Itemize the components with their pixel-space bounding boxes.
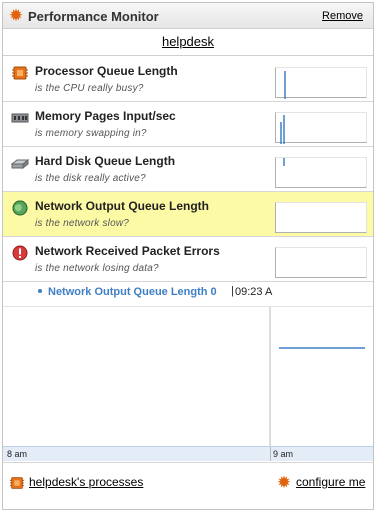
- legend-separator: |: [231, 285, 234, 297]
- gear-icon[interactable]: ✹: [8, 7, 24, 24]
- time-label-end: 9 am: [273, 449, 294, 459]
- metric-sparkline: [275, 157, 367, 188]
- series-label: Network Output Queue Length 0: [48, 286, 217, 298]
- metric-name: Memory Pages Input/sec: [35, 109, 176, 123]
- gear-icon[interactable]: ✹: [276, 474, 292, 491]
- memory-module-icon: [11, 113, 29, 123]
- host-link[interactable]: helpdesk: [162, 34, 214, 49]
- metric-name: Network Received Packet Errors: [35, 244, 220, 258]
- graph-legend: Network Output Queue Length 0 | 09:23 A: [3, 281, 373, 305]
- metric-sparkline: [275, 112, 367, 144]
- processes-link[interactable]: helpdesk's processes: [29, 475, 143, 489]
- time-divider: [270, 447, 271, 461]
- network-globe-icon: [12, 200, 28, 216]
- widget-footer: helpdesk's processes ✹ configure me: [3, 462, 373, 509]
- processor-chip-icon: [12, 66, 28, 80]
- metric-name: Network Output Queue Length: [35, 199, 209, 213]
- metric-description: is the disk really active?: [35, 173, 146, 184]
- processor-chip-icon: [9, 477, 25, 489]
- metric-description: is the network slow?: [35, 218, 130, 229]
- metric-row-processor-queue[interactable]: Processor Queue Length is the CPU really…: [3, 57, 373, 102]
- configure-link[interactable]: configure me: [296, 475, 365, 489]
- error-icon: [12, 245, 28, 261]
- metric-name: Hard Disk Queue Length: [35, 154, 176, 168]
- metric-sparkline: [275, 247, 367, 278]
- metric-row-network-output-queue[interactable]: Network Output Queue Length is the netwo…: [3, 192, 373, 237]
- time-label-start: 8 am: [7, 449, 28, 459]
- metric-sparkline: [275, 67, 367, 99]
- widget-titlebar: ✹ Performance Monitor Remove: [3, 3, 373, 29]
- series-marker: [38, 289, 42, 293]
- widget-title: Performance Monitor: [28, 9, 159, 24]
- metric-row-disk-queue[interactable]: Hard Disk Queue Length is the disk reall…: [3, 147, 373, 192]
- metric-row-memory-pages[interactable]: Memory Pages Input/sec is memory swappin…: [3, 102, 373, 147]
- time-axis: 8 am 9 am: [3, 446, 373, 461]
- metric-row-packet-errors[interactable]: Network Received Packet Errors is the ne…: [3, 237, 373, 282]
- metric-name: Processor Queue Length: [35, 64, 178, 78]
- hard-disk-icon: [11, 158, 29, 170]
- performance-monitor-widget: ✹ Performance Monitor Remove helpdesk Pr…: [2, 2, 374, 510]
- detail-graph: [3, 306, 373, 448]
- metric-sparkline: [275, 202, 367, 233]
- metric-description: is the network losing data?: [35, 263, 159, 274]
- legend-time: 09:23 A: [235, 286, 273, 298]
- host-row: helpdesk: [3, 30, 373, 56]
- remove-link[interactable]: Remove: [322, 10, 363, 22]
- metric-description: is the CPU really busy?: [35, 83, 144, 94]
- metric-description: is memory swapping in?: [35, 128, 147, 139]
